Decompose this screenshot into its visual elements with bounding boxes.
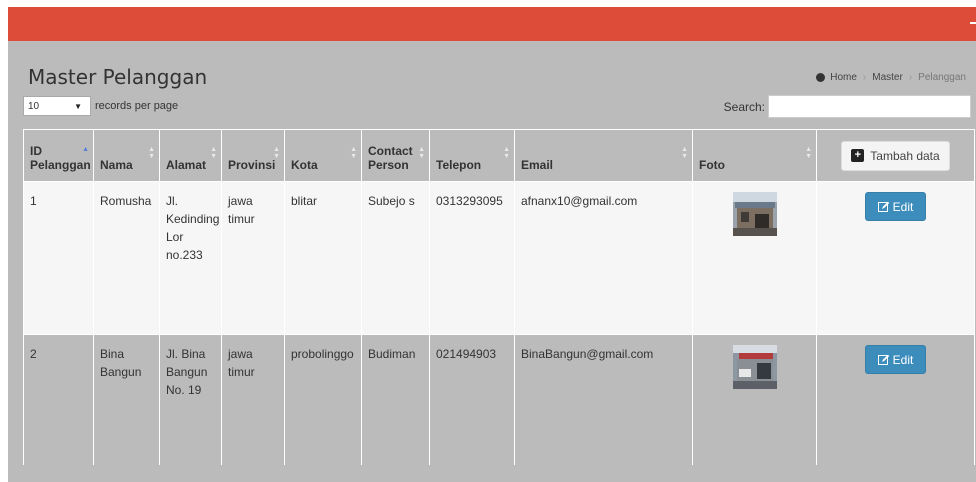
cell-telepon: 0313293095 <box>429 181 515 335</box>
page-length-control: 10 ▼ records per page <box>23 96 178 116</box>
content-wrapper: Master Pelanggan Home › Master › Pelangg… <box>8 41 976 482</box>
cell-email: BinaBangun@gmail.com <box>514 334 693 465</box>
cell-alamat: Jl. Kedinding Lor no.233 <box>159 181 222 335</box>
plus-square-icon: + <box>851 149 865 162</box>
customer-photo[interactable] <box>732 345 777 389</box>
cell-contact: Budiman <box>361 334 430 465</box>
breadcrumb-separator: › <box>862 72 867 83</box>
cell-aksi: Edit <box>816 181 975 335</box>
column-header-alamat[interactable]: Alamat ▲ ▼ <box>159 129 222 182</box>
column-header-kota[interactable]: Kota ▲ ▼ <box>284 129 362 182</box>
sort-icon: ▲ ▼ <box>273 146 280 160</box>
sort-icon: ▲ ▼ <box>418 146 425 160</box>
sort-icon: ▲ ▼ <box>805 146 812 160</box>
search-input[interactable] <box>768 95 971 118</box>
edit-icon <box>877 354 889 365</box>
cell-nama: Bina Bangun <box>93 334 160 465</box>
caret-down-icon: ▼ <box>74 101 82 111</box>
column-header-nama[interactable]: Nama ▲ ▼ <box>93 129 160 182</box>
edit-button[interactable]: Edit <box>865 345 926 374</box>
cell-kota: probolinggo <box>284 334 362 465</box>
column-header-contact[interactable]: Contact Person ▲ ▼ <box>361 129 430 182</box>
breadcrumb-current: Pelanggan <box>918 72 966 83</box>
cell-email: afnanx10@gmail.com <box>514 181 693 335</box>
top-header-bar <box>8 7 976 41</box>
breadcrumb-master[interactable]: Master <box>872 72 903 83</box>
add-data-button[interactable]: + Tambah data <box>841 140 950 171</box>
page-length-label: records per page <box>95 100 179 112</box>
cell-foto <box>692 181 817 335</box>
collapse-icon[interactable] <box>970 22 976 24</box>
breadcrumb: Home › Master › Pelanggan <box>816 72 966 83</box>
edit-button[interactable]: Edit <box>865 192 926 221</box>
sort-icon: ▲ ▼ <box>210 146 217 160</box>
cell-provinsi: jawa timur <box>221 181 285 335</box>
search-label: Search: <box>723 99 765 114</box>
page-title: Master Pelanggan <box>28 65 208 89</box>
column-header-provinsi[interactable]: Provinsi ▲ ▼ <box>221 129 285 182</box>
column-header-foto[interactable]: Foto ▲ ▼ <box>692 129 817 182</box>
sort-icon: ▲ ▼ <box>681 146 688 160</box>
column-header-telepon[interactable]: Telepon ▲ ▼ <box>429 129 515 182</box>
pelanggan-table: ID Pelanggan ▲ Nama ▲ ▼ Alamat ▲ ▼ Provinsi ▲ ▼… <box>23 129 975 465</box>
table-row: 1 Romusha Jl. Kedinding Lor no.233 jawa … <box>23 181 975 335</box>
sort-icon: ▲ ▼ <box>148 146 155 160</box>
column-header-email[interactable]: Email ▲ ▼ <box>514 129 693 182</box>
cell-nama: Romusha <box>93 181 160 335</box>
page-length-value: 10 <box>28 100 40 112</box>
sort-icon: ▲ ▼ <box>350 146 357 160</box>
column-header-id[interactable]: ID Pelanggan ▲ <box>23 129 94 182</box>
cell-foto <box>692 334 817 465</box>
customer-photo[interactable] <box>732 192 777 236</box>
table-search: Search: <box>724 95 971 118</box>
cell-id: 1 <box>23 181 94 335</box>
edit-icon <box>877 201 889 212</box>
cell-provinsi: jawa timur <box>221 334 285 465</box>
cell-alamat: Jl. Bina Bangun No. 19 <box>159 334 222 465</box>
cell-contact: Subejo s <box>361 181 430 335</box>
sort-asc-icon: ▲ <box>82 146 89 153</box>
dashboard-icon <box>816 73 826 82</box>
breadcrumb-separator: › <box>908 72 913 83</box>
table-header-row: ID Pelanggan ▲ Nama ▲ ▼ Alamat ▲ ▼ Provinsi ▲ ▼… <box>23 129 975 182</box>
cell-kota: blitar <box>284 181 362 335</box>
table-row: 2 Bina Bangun Jl. Bina Bangun No. 19 jaw… <box>23 334 975 465</box>
page-length-select[interactable]: 10 ▼ <box>23 96 91 116</box>
breadcrumb-home[interactable]: Home <box>830 72 857 83</box>
cell-id: 2 <box>23 334 94 465</box>
sort-icon: ▲ ▼ <box>503 146 510 160</box>
cell-telepon: 021494903 <box>429 334 515 465</box>
column-header-aksi: + Tambah data <box>816 129 975 182</box>
cell-aksi: Edit <box>816 334 975 465</box>
